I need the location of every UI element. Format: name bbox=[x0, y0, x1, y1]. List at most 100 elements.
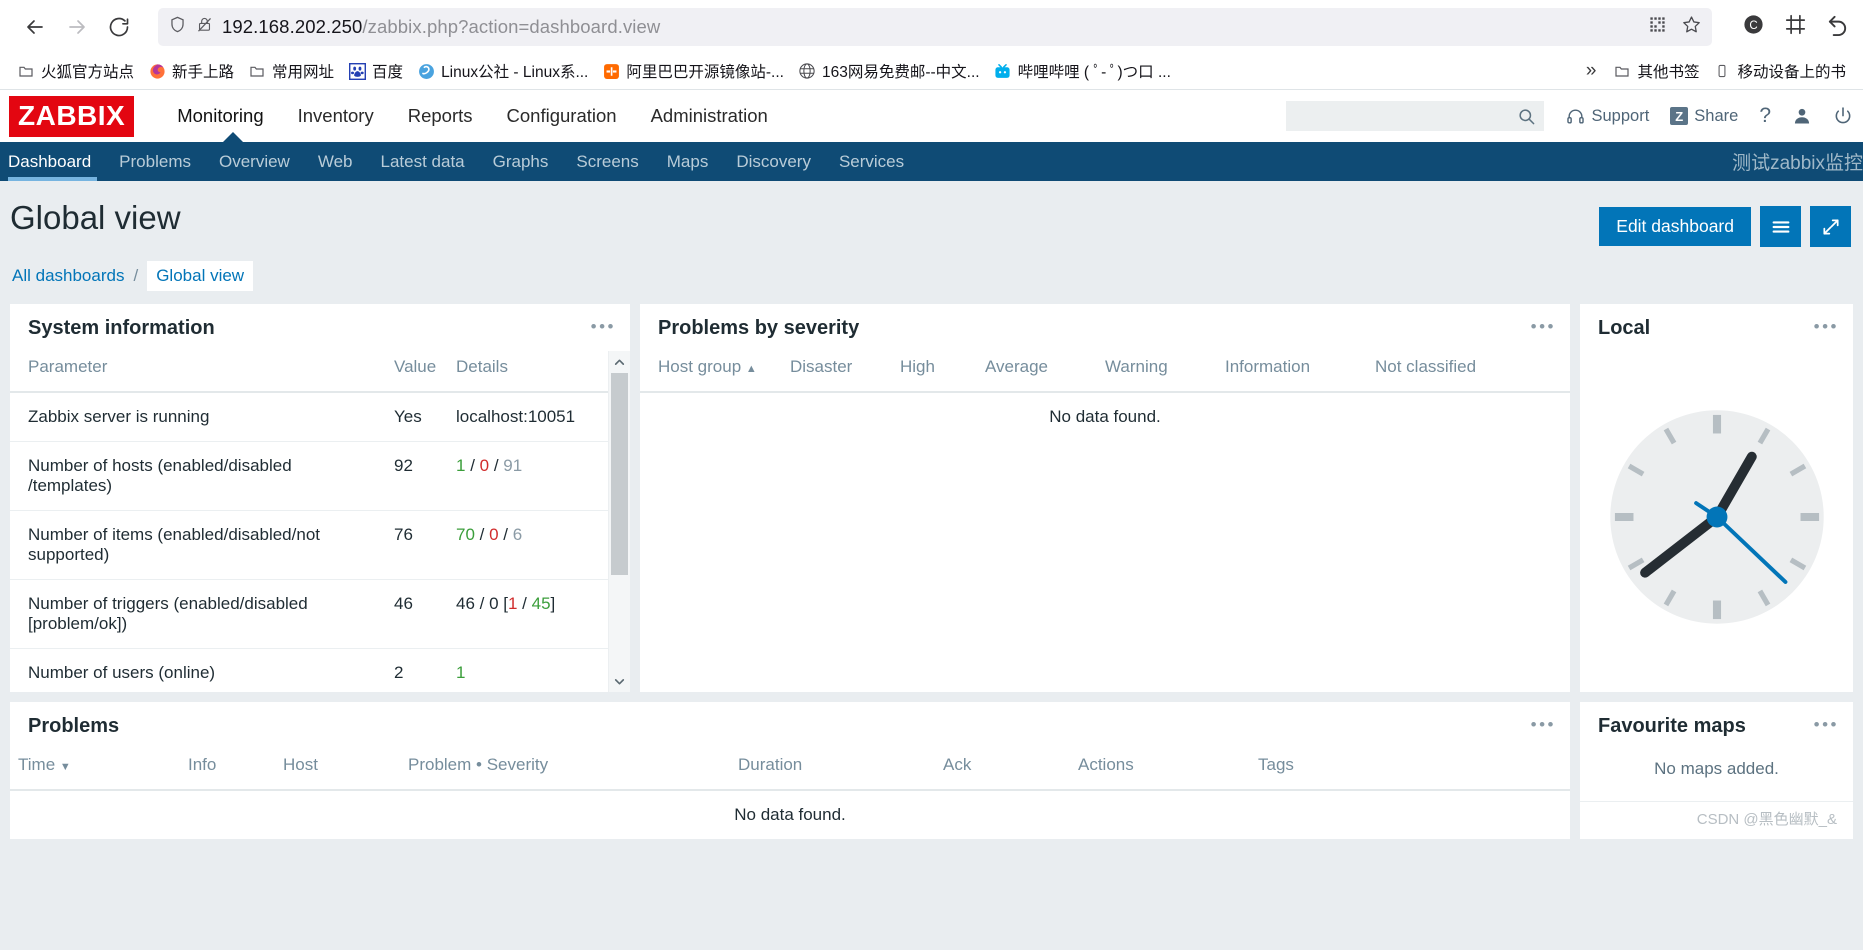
screenshot-icon[interactable] bbox=[1785, 14, 1806, 40]
cell-details: 70 / 0 / 6 bbox=[448, 510, 608, 580]
col-value[interactable]: Value bbox=[386, 351, 448, 393]
col-information[interactable]: Information bbox=[1225, 351, 1375, 393]
user-icon bbox=[1792, 106, 1812, 126]
widget-menu-icon[interactable]: ••• bbox=[1531, 318, 1556, 340]
bookmark-item[interactable]: 新手上路 bbox=[141, 57, 241, 85]
widget-body bbox=[1580, 351, 1853, 692]
breadcrumb-separator: / bbox=[133, 266, 139, 285]
col-tags[interactable]: Tags bbox=[1250, 749, 1570, 791]
col-host[interactable]: Host bbox=[275, 749, 400, 791]
bookmark-label: 哔哩哔哩 ( ﾟ- ﾟ)つ口 ... bbox=[1017, 64, 1171, 81]
help-link[interactable]: ? bbox=[1759, 104, 1771, 128]
scrollbar-thumb[interactable] bbox=[611, 373, 628, 575]
bookmark-item[interactable]: 阿里巴巴开源镜像站-... bbox=[595, 57, 791, 85]
system-information-rows: Zabbix server is running Yes localhost:1… bbox=[10, 392, 608, 692]
undo-icon[interactable] bbox=[1826, 13, 1849, 41]
subnav-dashboard[interactable]: Dashboard bbox=[0, 142, 105, 181]
widget-menu-icon[interactable]: ••• bbox=[591, 318, 616, 340]
subnav-web[interactable]: Web bbox=[304, 142, 367, 181]
qr-code-icon[interactable] bbox=[1648, 15, 1667, 39]
dashboard-grid: System information ••• Parameter Value D… bbox=[0, 304, 1863, 839]
user-profile-link[interactable] bbox=[1792, 106, 1812, 126]
dashboard-page: Global view Edit dashboard All dashboard… bbox=[0, 181, 1863, 950]
scrollbar-track[interactable] bbox=[609, 373, 630, 670]
subnav-maps[interactable]: Maps bbox=[653, 142, 723, 181]
col-info[interactable]: Info bbox=[180, 749, 275, 791]
widget-header: Problems ••• bbox=[10, 702, 1570, 749]
address-bar[interactable]: 192.168.202.250/zabbix.php?action=dashbo… bbox=[158, 7, 1712, 46]
widget-menu-icon[interactable]: ••• bbox=[1531, 716, 1556, 738]
share-link[interactable]: Z Share bbox=[1670, 107, 1738, 126]
search-icon[interactable] bbox=[1517, 107, 1536, 126]
bookmark-other-folder[interactable]: 其他书签 bbox=[1606, 57, 1706, 85]
problems-by-severity-table: Host group ▲ Disaster High Average Warni… bbox=[640, 351, 1570, 441]
zabbix-logo[interactable]: ZABBIX bbox=[9, 95, 135, 137]
col-ack[interactable]: Ack bbox=[935, 749, 1070, 791]
subnav-overview[interactable]: Overview bbox=[205, 142, 304, 181]
system-information-scroll-area: Parameter Value Details Zabbix server is… bbox=[10, 351, 630, 692]
subnav-discovery[interactable]: Discovery bbox=[722, 142, 825, 181]
col-high[interactable]: High bbox=[900, 351, 985, 393]
widget-local-clock: Local ••• bbox=[1580, 304, 1853, 692]
col-not-classified[interactable]: Not classified bbox=[1375, 351, 1570, 393]
table-row: Number of items (enabled/disabled/not su… bbox=[10, 510, 608, 580]
col-actions[interactable]: Actions bbox=[1070, 749, 1250, 791]
back-arrow-icon[interactable] bbox=[14, 6, 56, 48]
power-icon bbox=[1833, 106, 1853, 126]
bookmark-label: 常用网址 bbox=[272, 64, 335, 81]
bookmark-item[interactable]: 常用网址 bbox=[241, 57, 341, 85]
cell-parameter: Number of users (online) bbox=[28, 663, 216, 682]
question-mark-icon: ? bbox=[1759, 104, 1771, 127]
global-search[interactable] bbox=[1286, 101, 1545, 131]
bookmark-item[interactable]: 哔哩哔哩 ( ﾟ- ﾟ)つ口 ... bbox=[987, 57, 1178, 85]
forward-arrow-icon[interactable] bbox=[56, 6, 98, 48]
hamburger-menu-icon[interactable] bbox=[1760, 206, 1801, 247]
chevron-up-icon[interactable] bbox=[609, 351, 630, 373]
widget-title: Favourite maps bbox=[1598, 715, 1746, 737]
cell-value: 76 bbox=[386, 510, 448, 580]
subnav-problems[interactable]: Problems bbox=[105, 142, 205, 181]
sign-out-link[interactable] bbox=[1833, 106, 1853, 126]
col-average[interactable]: Average bbox=[985, 351, 1105, 393]
bookmarks-overflow-chevron[interactable]: » bbox=[1576, 60, 1607, 82]
col-time[interactable]: Time ▼ bbox=[10, 749, 180, 791]
bookmark-item[interactable]: 163网易免费邮--中文... bbox=[791, 57, 987, 85]
search-input[interactable] bbox=[1294, 107, 1518, 125]
widget-header: Local ••• bbox=[1580, 304, 1853, 351]
col-warning[interactable]: Warning bbox=[1105, 351, 1225, 393]
support-link[interactable]: Support bbox=[1566, 107, 1649, 126]
nav-configuration[interactable]: Configuration bbox=[490, 90, 634, 142]
edit-dashboard-button[interactable]: Edit dashboard bbox=[1599, 207, 1751, 246]
col-disaster[interactable]: Disaster bbox=[790, 351, 900, 393]
breadcrumb-current[interactable]: Global view bbox=[147, 261, 254, 291]
widget-scrollbar[interactable] bbox=[608, 351, 630, 692]
nav-monitoring[interactable]: Monitoring bbox=[160, 90, 280, 142]
col-parameter[interactable]: Parameter bbox=[10, 351, 386, 393]
no-data-message: No data found. bbox=[1049, 407, 1161, 426]
star-icon[interactable] bbox=[1681, 14, 1702, 40]
nav-administration[interactable]: Administration bbox=[634, 90, 785, 142]
nav-reports[interactable]: Reports bbox=[391, 90, 490, 142]
col-host-group[interactable]: Host group ▲ bbox=[640, 351, 790, 393]
breadcrumb-all-dashboards[interactable]: All dashboards bbox=[12, 266, 124, 286]
nav-inventory[interactable]: Inventory bbox=[281, 90, 391, 142]
chevron-down-icon[interactable] bbox=[609, 670, 630, 692]
widget-menu-icon[interactable]: ••• bbox=[1814, 318, 1839, 340]
widget-menu-icon[interactable]: ••• bbox=[1814, 716, 1839, 738]
bookmark-item[interactable]: 火狐官方站点 bbox=[10, 57, 141, 85]
subnav-latest-data[interactable]: Latest data bbox=[367, 142, 479, 181]
subnav-screens[interactable]: Screens bbox=[562, 142, 652, 181]
bookmark-item[interactable]: Linux公社 - Linux系... bbox=[410, 57, 595, 85]
bookmark-label: 百度 bbox=[372, 64, 404, 81]
reload-icon[interactable] bbox=[98, 6, 140, 48]
col-duration[interactable]: Duration bbox=[730, 749, 935, 791]
col-problem-severity[interactable]: Problem • Severity bbox=[400, 749, 730, 791]
container-tab-icon[interactable]: C bbox=[1742, 13, 1765, 41]
table-empty-row: No data found. bbox=[10, 790, 1570, 839]
subnav-services[interactable]: Services bbox=[825, 142, 918, 181]
expand-arrows-icon[interactable] bbox=[1810, 206, 1851, 247]
subnav-graphs[interactable]: Graphs bbox=[479, 142, 563, 181]
col-details[interactable]: Details bbox=[448, 351, 608, 393]
bookmark-mobile-folder[interactable]: 移动设备上的书 bbox=[1706, 57, 1853, 85]
bookmark-item[interactable]: 百度 bbox=[341, 57, 410, 85]
